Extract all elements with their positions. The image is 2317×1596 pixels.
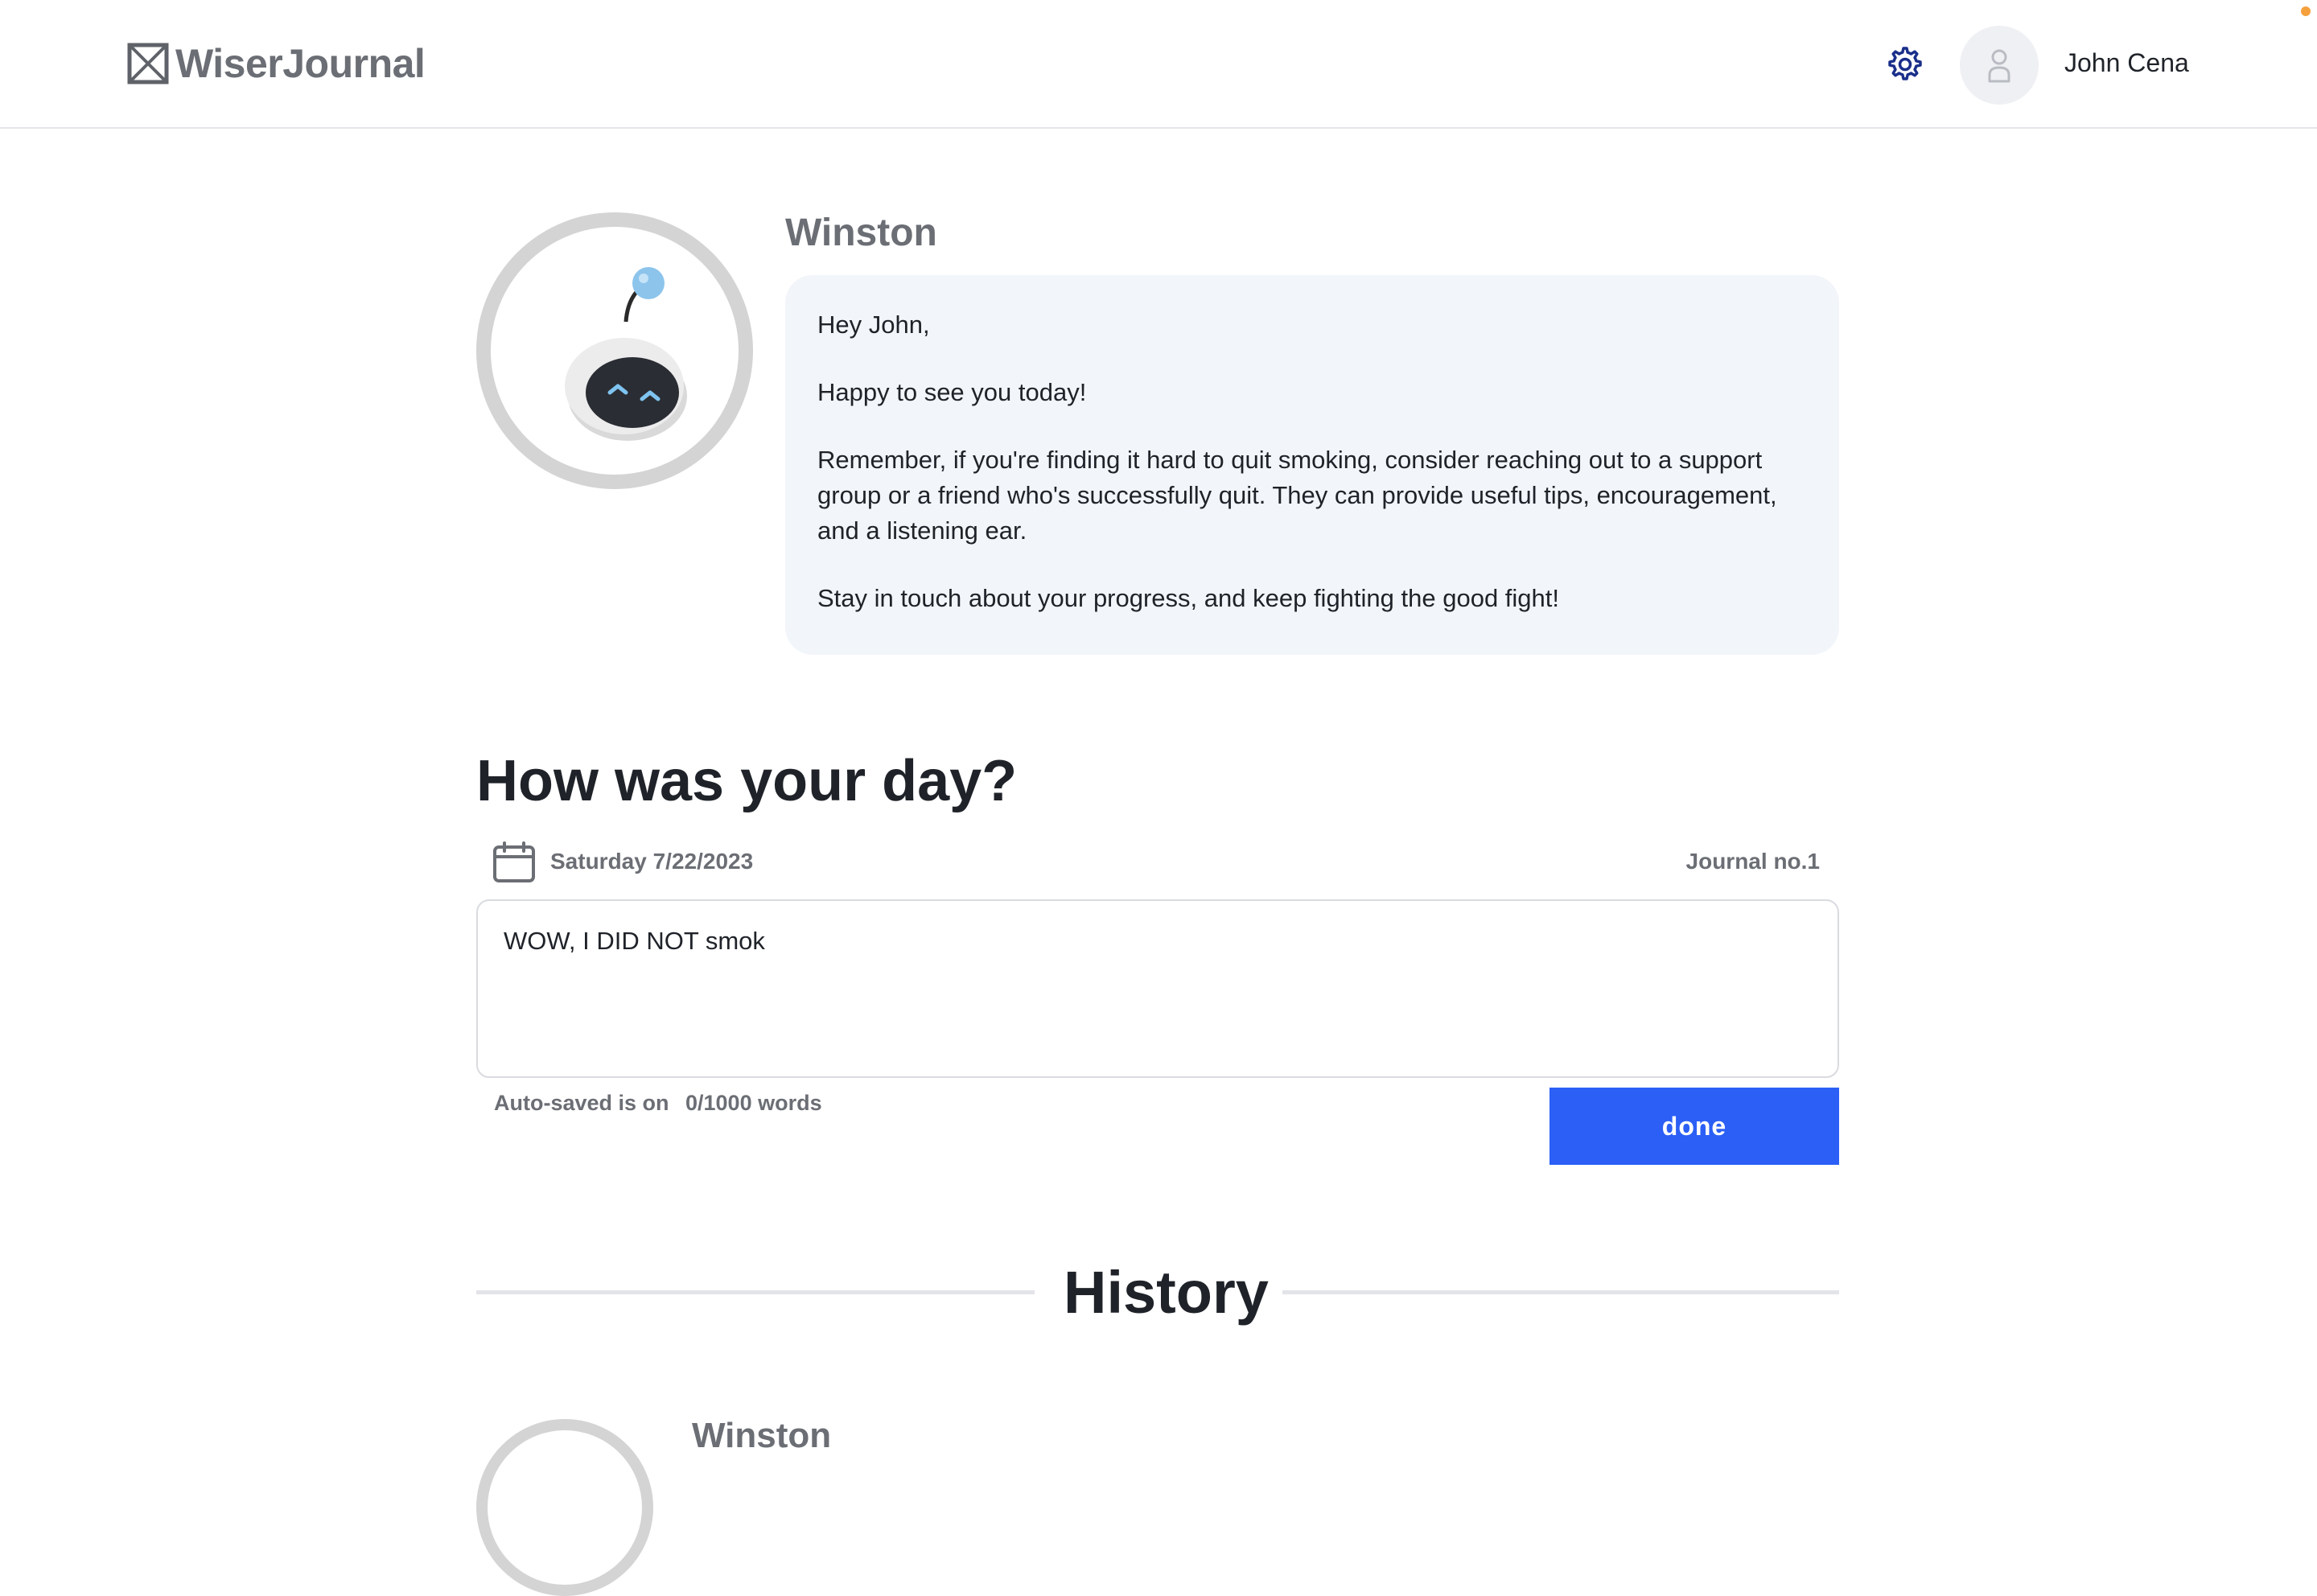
history-bot-avatar <box>476 1419 653 1596</box>
message-advice: Remember, if you're finding it hard to q… <box>817 446 1777 545</box>
bot-message-bubble: Hey John, Happy to see you today! Rememb… <box>785 275 1839 655</box>
history-divider-right <box>1282 1290 1839 1294</box>
user-avatar[interactable] <box>1960 26 2039 105</box>
message-greeting: Hey John, <box>817 311 930 339</box>
word-count: 0/1000 words <box>685 1091 822 1115</box>
app-logo[interactable]: WiserJournal <box>127 40 426 87</box>
user-icon <box>1988 49 2010 83</box>
journal-number: Journal no.1 <box>1685 849 1820 874</box>
robot-icon <box>565 267 687 441</box>
message-line: Happy to see you today! <box>817 378 1087 406</box>
autosave-status: Auto-saved is on <box>494 1091 669 1115</box>
bot-name: Winston <box>785 212 937 254</box>
user-name[interactable]: John Cena <box>2064 48 2189 78</box>
message-closing: Stay in touch about your progress, and k… <box>817 584 1560 612</box>
top-nav-bar: WiserJournal John Cena <box>0 0 2317 129</box>
logo-icon <box>127 43 169 84</box>
journal-prompt-title: How was your day? <box>476 749 1018 813</box>
done-button[interactable]: done <box>1549 1088 1839 1165</box>
logo-text: WiserJournal <box>175 41 426 86</box>
gear-icon[interactable] <box>1886 45 1924 84</box>
history-entry-name: Winston <box>692 1416 832 1455</box>
history-title: History <box>1064 1259 1269 1326</box>
journal-date: Saturday 7/22/2023 <box>550 849 754 874</box>
bot-avatar <box>476 212 753 489</box>
notification-dot <box>2301 6 2311 16</box>
journal-entry-input[interactable] <box>476 899 1839 1078</box>
history-divider-left <box>476 1290 1035 1294</box>
calendar-icon <box>493 841 535 882</box>
